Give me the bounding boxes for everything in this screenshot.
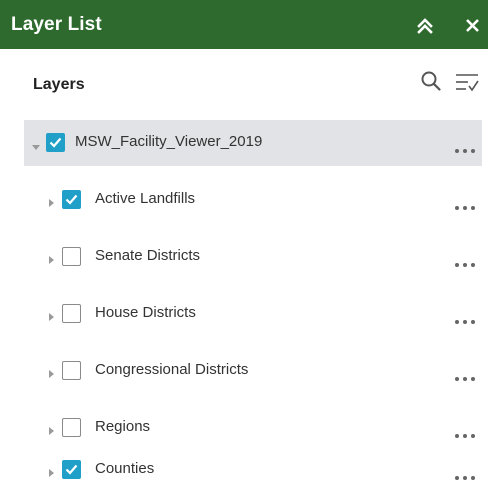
layers-header: Layers bbox=[0, 49, 488, 115]
check-icon bbox=[65, 464, 78, 475]
filter-icon[interactable] bbox=[454, 71, 480, 93]
more-options-icon[interactable] bbox=[453, 258, 477, 270]
close-icon[interactable] bbox=[463, 14, 483, 36]
more-options-icon[interactable] bbox=[453, 372, 477, 384]
layer-label[interactable]: Active Landfills bbox=[95, 190, 195, 207]
layer-row[interactable]: Regions bbox=[24, 405, 482, 451]
layer-checkbox[interactable] bbox=[62, 190, 81, 209]
caret-right-icon[interactable] bbox=[46, 366, 56, 378]
layer-row[interactable]: Senate Districts bbox=[24, 234, 482, 280]
more-options-icon[interactable] bbox=[453, 429, 477, 441]
layer-list-panel: Layer List Layers MSW_Facility_Viewer_20… bbox=[0, 0, 488, 493]
caret-right-icon[interactable] bbox=[46, 252, 56, 264]
panel-title: Layer List bbox=[11, 14, 102, 35]
caret-right-icon[interactable] bbox=[46, 423, 56, 435]
layer-row-root[interactable]: MSW_Facility_Viewer_2019 bbox=[24, 120, 482, 166]
search-icon[interactable] bbox=[420, 70, 442, 92]
check-icon bbox=[65, 194, 78, 205]
layer-label-root[interactable]: MSW_Facility_Viewer_2019 bbox=[75, 133, 262, 150]
layer-checkbox[interactable] bbox=[62, 361, 81, 380]
layer-row[interactable]: Active Landfills bbox=[24, 177, 482, 223]
layer-checkbox[interactable] bbox=[62, 247, 81, 266]
layer-row[interactable]: House Districts bbox=[24, 291, 482, 337]
layer-checkbox-root[interactable] bbox=[46, 133, 65, 152]
layer-label[interactable]: House Districts bbox=[95, 304, 196, 321]
more-options-icon[interactable] bbox=[453, 471, 477, 483]
layer-row[interactable]: Congressional Districts bbox=[24, 348, 482, 394]
caret-right-icon[interactable] bbox=[46, 465, 56, 477]
layer-checkbox[interactable] bbox=[62, 304, 81, 323]
layer-label[interactable]: Counties bbox=[95, 460, 154, 477]
caret-right-icon[interactable] bbox=[46, 195, 56, 207]
caret-down-icon[interactable] bbox=[31, 139, 41, 150]
layers-heading: Layers bbox=[33, 76, 85, 93]
check-icon bbox=[49, 137, 62, 148]
layer-label[interactable]: Congressional Districts bbox=[95, 361, 248, 378]
more-options-icon[interactable] bbox=[453, 315, 477, 327]
caret-right-icon[interactable] bbox=[46, 309, 56, 321]
layer-label[interactable]: Regions bbox=[95, 418, 150, 435]
layer-checkbox[interactable] bbox=[62, 460, 81, 479]
layer-row[interactable]: Counties bbox=[24, 447, 482, 493]
layer-label[interactable]: Senate Districts bbox=[95, 247, 200, 264]
double-chevron-up-icon[interactable] bbox=[414, 14, 436, 36]
more-options-icon[interactable] bbox=[453, 144, 477, 156]
layer-checkbox[interactable] bbox=[62, 418, 81, 437]
panel-title-bar: Layer List bbox=[0, 0, 488, 49]
more-options-icon[interactable] bbox=[453, 201, 477, 213]
